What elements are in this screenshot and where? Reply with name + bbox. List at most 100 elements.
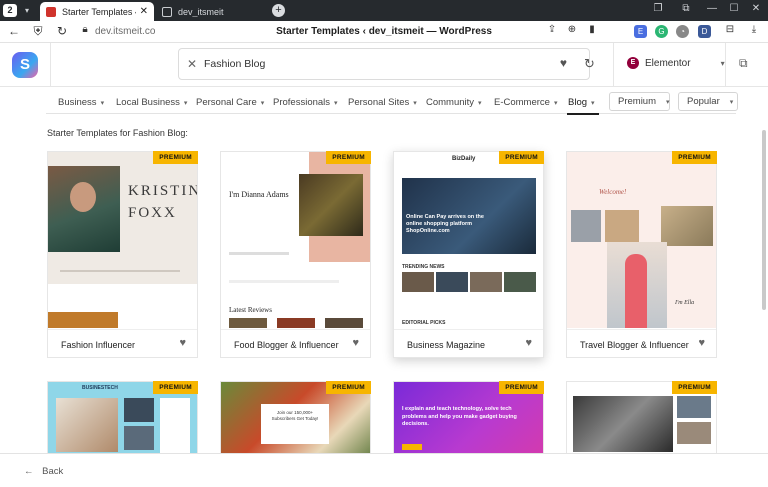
template-card-food-blogger[interactable]: I'm Dianna Adams Latest Reviews PREMIUM … [220,151,371,358]
favorite-heart-icon[interactable]: ♥ [179,337,186,349]
premium-filter-label: Premium [618,96,657,107]
category-business[interactable]: Business ▾ [58,97,104,108]
chevron-down-icon: ▾ [260,100,265,107]
preview-title: I explain and teach technology, solve te… [402,406,517,427]
preview-subtitle: I'm Ella [675,300,695,306]
card-footer: Travel Blogger & Influencer ♥ [567,329,716,358]
chevron-down-icon: ▾ [553,100,558,107]
sort-select[interactable]: Popular ▾ [678,92,738,111]
close-window-icon[interactable]: ✕ [746,3,766,14]
favorite-heart-icon[interactable]: ♥ [352,337,359,349]
page-favicon-icon [162,6,172,17]
minimize-icon[interactable]: — [702,3,722,14]
preview-section-1: TRENDING NEWS [402,264,445,270]
premium-badge: PREMIUM [153,381,198,394]
premium-badge: PREMIUM [499,151,544,164]
premium-badge: PREMIUM [326,381,371,394]
preview-title: I'm Dianna Adams [229,190,289,199]
preview-title: BUSINESTECH [82,385,118,391]
back-arrow-icon[interactable]: ← [6,24,22,38]
premium-filter-select[interactable]: Premium ▾ [609,92,670,111]
sync-icon[interactable]: ↻ [584,56,595,72]
tab-starter-templates[interactable]: Starter Templates ‹ dev ✕ [40,2,154,21]
builder-label: Elementor [645,57,691,69]
shield-icon[interactable]: ⛨ [30,24,46,39]
lock-icon[interactable]: 🔒︎ [77,24,93,35]
template-name: Business Magazine [407,340,486,350]
category-e-commerce[interactable]: E-Commerce ▾ [494,97,557,108]
preview-title: Kristin Foxx [128,183,197,221]
divider [613,43,614,87]
premium-badge: PREMIUM [153,151,198,164]
tab-list-chevron-icon[interactable]: ▾ [20,6,34,15]
template-preview: Kristin Foxx [48,152,197,328]
clear-search-icon[interactable]: ✕ [187,57,197,71]
share-icon[interactable]: ⇪ [544,24,560,35]
chevron-down-icon: ▾ [334,100,338,107]
bookmark-icon[interactable]: ▮ [584,24,600,35]
template-card-business-magazine[interactable]: BizDaily Online Can Pay arrives on the o… [393,151,544,358]
favorites-heart-icon[interactable]: ♥ [560,56,567,70]
grammarly-icon[interactable]: G [655,25,668,38]
search-value: Fashion Blog [204,58,266,70]
template-search-input[interactable]: ✕ Fashion Blog ♥ [178,48,590,80]
chevron-down-icon: ▾ [183,100,188,107]
category-professionals[interactable]: Professionals ▾ [273,97,338,108]
extensions-icon[interactable]: ⧉ [676,3,696,14]
scrollbar-thumb[interactable] [762,130,766,310]
wordpress-favicon-icon [46,6,56,17]
tab-label: Starter Templates ‹ dev [62,6,136,17]
chevron-down-icon: ▾ [729,99,734,106]
extension-d-icon[interactable]: D [698,25,711,38]
preview-title: BizDaily [452,156,476,162]
premium-badge: PREMIUM [499,381,544,394]
category-blog[interactable]: Blog ▾ [568,97,595,108]
category-label: Personal Sites [348,97,410,108]
extension-circle-icon[interactable]: ◔ [676,25,689,38]
category-personal-care[interactable]: Personal Care ▾ [196,97,264,108]
premium-badge: PREMIUM [672,151,717,164]
url-field[interactable]: dev.itsmeit.co [95,26,155,37]
extension-e-icon[interactable]: E [634,25,647,38]
translate-icon[interactable]: ⊕ [564,24,580,35]
footer-bar: ← Back [0,453,768,487]
browser-tab-bar: 2 ▾ Starter Templates ‹ dev ✕ dev_itsmei… [0,0,768,21]
card-footer: Fashion Influencer ♥ [48,329,197,358]
category-label: Personal Care [196,97,257,108]
premium-badge: PREMIUM [672,381,717,394]
category-community[interactable]: Community ▾ [426,97,482,108]
preview-headline: Online Can Pay arrives on the online sho… [406,214,484,234]
card-footer: Business Magazine ♥ [394,329,543,358]
open-external-icon[interactable]: ⧉ [739,56,748,71]
favorite-heart-icon[interactable]: ♥ [525,337,532,349]
category-label: Community [426,97,475,108]
back-arrow-icon: ← [24,466,34,477]
category-personal-sites[interactable]: Personal Sites ▾ [348,97,417,108]
tab-close-icon[interactable]: ✕ [140,6,148,17]
tab-search-icon[interactable]: ❐ [648,3,668,14]
chevron-down-icon: ▾ [413,100,417,107]
starter-templates-logo: S [12,52,38,78]
preview-subtitle: Latest Reviews [229,306,272,314]
category-local-business[interactable]: Local Business ▾ [116,97,187,108]
tab-label: dev_itsmeit [178,6,224,17]
download-icon[interactable]: ⤓ [746,24,762,35]
page-builder-select[interactable]: E Elementor ▾ [627,57,725,69]
card-footer: Food Blogger & Influencer ♥ [221,329,370,358]
elementor-icon: E [627,57,639,69]
template-card-fashion-influencer[interactable]: Kristin Foxx PREMIUM Fashion Influencer … [47,151,198,358]
tab-dev-itsmeit[interactable]: dev_itsmeit [156,2,266,21]
template-preview: BizDaily Online Can Pay arrives on the o… [394,152,543,328]
favorite-heart-icon[interactable]: ♥ [698,337,705,349]
category-label: Blog [568,97,588,108]
chevron-down-icon: ▾ [100,100,105,107]
divider [50,43,51,87]
sidebar-icon[interactable]: ⊟ [722,24,738,35]
tab-counter[interactable]: 2 [3,4,17,17]
category-label: Professionals [273,97,331,108]
reload-icon[interactable]: ↻ [54,24,70,38]
new-tab-button[interactable]: + [272,4,285,17]
template-card-travel-blogger[interactable]: Welcome! I'm Ella PREMIUM Travel Blogger… [566,151,717,358]
maximize-icon[interactable]: ☐ [724,3,744,14]
back-button[interactable]: ← Back [24,466,63,477]
